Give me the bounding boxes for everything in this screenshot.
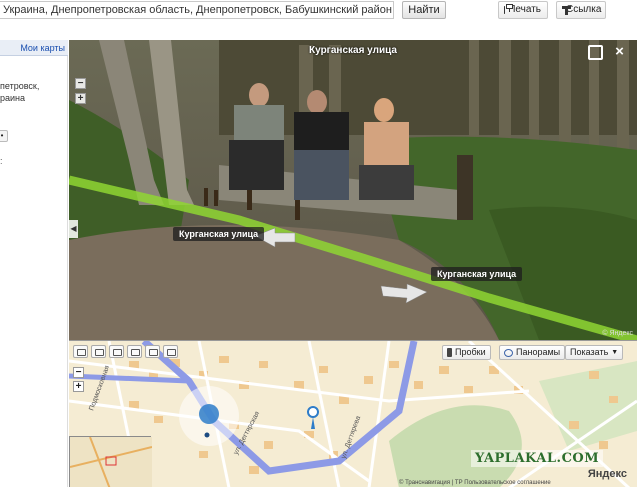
panorama-tool-icon[interactable] xyxy=(163,345,178,358)
close-icon[interactable]: × xyxy=(612,44,627,60)
link-button[interactable]: Ссылка xyxy=(556,1,606,19)
panorama-zoom-in[interactable]: + xyxy=(75,93,86,104)
sidebar-mark: : xyxy=(0,156,3,166)
route-tool-icon[interactable] xyxy=(145,345,160,358)
sidebar-address-line: раина xyxy=(0,93,26,103)
find-button[interactable]: Найти xyxy=(402,1,446,19)
panoramas-button[interactable]: Панорамы xyxy=(499,345,566,360)
map-zoom-in[interactable]: + xyxy=(73,381,84,392)
minimap[interactable] xyxy=(69,436,152,487)
link-label: Ссылка xyxy=(566,4,602,15)
search-input[interactable]: Украина, Днепропетровская область, Днепр… xyxy=(0,1,394,19)
minimap-canvas xyxy=(70,437,152,487)
camera-icon xyxy=(504,348,513,357)
show-label: Показать xyxy=(570,347,609,357)
traffic-button[interactable]: Пробки xyxy=(442,345,491,360)
sidebar-address-line: петровск, xyxy=(0,81,40,91)
street-label[interactable]: Курганская улица xyxy=(431,267,523,281)
panorama-title: Курганская улица xyxy=(309,45,397,56)
yandex-logo: Яндекс xyxy=(587,468,627,480)
magnifier-tool-icon[interactable] xyxy=(91,345,106,358)
panoramas-label: Панорамы xyxy=(516,347,561,357)
pan-left-arrow[interactable]: ◀ xyxy=(69,220,78,238)
traffic-light-icon xyxy=(447,348,452,357)
watermark: YAPLAKAL.COM xyxy=(471,450,604,467)
hand-tool-icon[interactable] xyxy=(73,345,88,358)
chevron-down-icon: ▼ xyxy=(611,349,619,356)
panorama-copyright: © Яндекс xyxy=(602,330,633,337)
map-copyright[interactable]: © Транснавигация | ТР Пользовательское с… xyxy=(399,480,551,486)
print-label: Печать xyxy=(508,4,541,15)
panorama-image xyxy=(69,40,637,340)
fullscreen-icon[interactable] xyxy=(588,45,603,60)
map[interactable]: ул. Дегтярская ул. Дегтярева Подмосковна… xyxy=(69,340,637,487)
show-dropdown[interactable]: Показать ▼ xyxy=(565,345,624,360)
sidebar-address: петровск, раина xyxy=(0,80,39,104)
street-panorama[interactable]: Курганская улица − + × Курганская улица … xyxy=(69,40,637,340)
sidebar-chip[interactable]: • xyxy=(0,130,8,142)
my-maps-tab[interactable]: Мои карты xyxy=(0,40,68,56)
top-bar: Украина, Днепропетровская область, Днепр… xyxy=(0,0,640,36)
street-label[interactable]: Курганская улица xyxy=(173,227,265,241)
traffic-label: Пробки xyxy=(455,347,486,357)
map-zoom-out[interactable]: − xyxy=(73,367,84,378)
sidebar: Мои карты петровск, раина • : xyxy=(0,40,68,487)
print-button[interactable]: Печать xyxy=(498,1,548,19)
map-tools xyxy=(73,345,178,358)
ruler-tool-icon[interactable] xyxy=(109,345,124,358)
pencil-tool-icon[interactable] xyxy=(127,345,142,358)
panorama-zoom-out[interactable]: − xyxy=(75,78,86,89)
